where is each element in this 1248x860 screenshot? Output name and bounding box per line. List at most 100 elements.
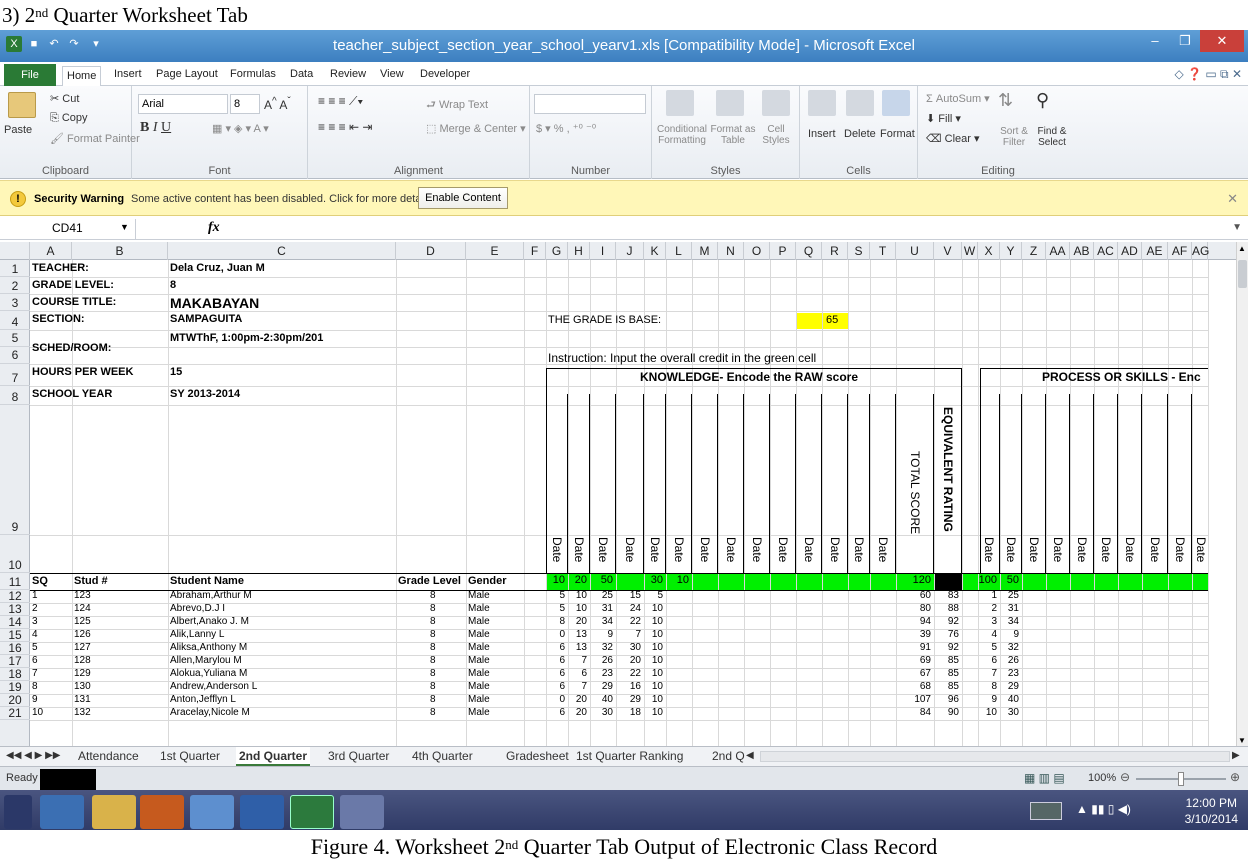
column-header-h[interactable]: H: [568, 242, 590, 260]
binoculars-icon[interactable]: ⚲: [1036, 90, 1049, 111]
taskbar-clock[interactable]: 12:00 PM 3/10/2014: [1185, 795, 1238, 827]
format-painter-button[interactable]: 🖌 Format Painter: [50, 132, 140, 145]
vertical-scrollbar[interactable]: ▲ ▼: [1236, 242, 1248, 750]
column-header-r[interactable]: R: [822, 242, 848, 260]
number-format-combo[interactable]: [534, 94, 646, 114]
internet-explorer-icon[interactable]: [40, 795, 84, 829]
spreadsheet-grid[interactable]: A B C D E F G H I J K L M N O P Q R S T U V W X Y Z AA AB AC AD AE AF AG…: [0, 242, 1236, 750]
paint-icon[interactable]: [340, 795, 384, 829]
sheet-tab-1st-ranking[interactable]: 1st Quarter Ranking: [576, 747, 683, 766]
view-mode-icons[interactable]: ▦ ▥ ▤: [1024, 771, 1065, 785]
font-size-combo[interactable]: 8: [230, 94, 260, 114]
tab-page-layout[interactable]: Page Layout: [152, 66, 222, 86]
file-explorer-icon[interactable]: [92, 795, 136, 829]
align-top-icons[interactable]: ≡ ≡ ≡ ⟋▾: [318, 94, 363, 109]
start-button[interactable]: [4, 795, 32, 829]
tab-review[interactable]: Review: [326, 66, 370, 86]
column-header-f[interactable]: F: [524, 242, 546, 260]
select-all-corner[interactable]: [0, 242, 30, 260]
cut-button[interactable]: ✂ Cut: [50, 92, 79, 105]
column-header-y[interactable]: Y: [1000, 242, 1022, 260]
row-header-6[interactable]: 6: [0, 347, 30, 364]
tab-developer[interactable]: Developer: [416, 66, 474, 86]
column-header-l[interactable]: L: [666, 242, 692, 260]
column-header-g[interactable]: G: [546, 242, 568, 260]
conditional-formatting-button[interactable]: Conditional Formatting: [654, 124, 710, 146]
word-icon[interactable]: [240, 795, 284, 829]
format-cells-icon[interactable]: [882, 90, 910, 116]
sort-icon[interactable]: ⇅: [998, 90, 1013, 111]
minimize-button[interactable]: ‒: [1140, 30, 1170, 52]
column-header-m[interactable]: M: [692, 242, 718, 260]
maximize-button[interactable]: ❐: [1170, 30, 1200, 52]
sheet-tab-3rd-quarter[interactable]: 3rd Quarter: [328, 747, 389, 766]
align-center-icons[interactable]: ≡ ≡ ≡ ⇤ ⇥: [318, 120, 372, 134]
column-header-v[interactable]: V: [934, 242, 962, 260]
sheet-tab-2nd-ranking[interactable]: 2nd Q: [712, 747, 745, 766]
grow-font-icon[interactable]: A^ Aˇ: [264, 96, 291, 112]
sheet-tab-2nd-quarter[interactable]: 2nd Quarter: [236, 747, 311, 766]
column-header-k[interactable]: K: [644, 242, 666, 260]
tab-insert[interactable]: Insert: [110, 66, 146, 86]
close-icon[interactable]: ✕: [1227, 191, 1238, 207]
find-select-button[interactable]: Find & Select: [1032, 126, 1072, 148]
column-header-ae[interactable]: AE: [1142, 242, 1168, 260]
cell-area[interactable]: TEACHER: Dela Cruz, Juan M GRADE LEVEL: 8 CO…: [30, 260, 1236, 750]
chevron-down-icon[interactable]: ▼: [120, 222, 129, 232]
border-fill-color-icons[interactable]: ▦ ▾ ◈ ▾ A ▾: [212, 122, 269, 135]
tab-home[interactable]: Home: [62, 66, 102, 86]
cell-styles-button[interactable]: Cell Styles: [756, 124, 796, 146]
control-panel-icon[interactable]: [190, 795, 234, 829]
column-header-u[interactable]: U: [896, 242, 934, 260]
sheet-tab-4th-quarter[interactable]: 4th Quarter: [412, 747, 473, 766]
insert-button[interactable]: Insert: [808, 128, 836, 140]
column-header-ad[interactable]: AD: [1118, 242, 1142, 260]
column-header-c[interactable]: C: [168, 242, 396, 260]
sheet-tab-gradesheet[interactable]: Gradesheet: [506, 747, 569, 766]
autosum-button[interactable]: Σ AutoSum ▾: [926, 92, 990, 105]
tab-data[interactable]: Data: [286, 66, 317, 86]
help-icon[interactable]: ◇ ❓ ▭ ⧉ ✕: [1175, 67, 1242, 82]
column-header-d[interactable]: D: [396, 242, 466, 260]
number-format-icons[interactable]: $ ▾ % , ⁺⁰ ⁻⁰: [536, 122, 596, 135]
paste-button[interactable]: Paste: [4, 124, 32, 136]
zoom-slider-thumb[interactable]: [1178, 772, 1184, 786]
scroll-up-icon[interactable]: ▲: [1238, 244, 1247, 254]
row-header-21[interactable]: 21: [0, 707, 30, 720]
column-header-b[interactable]: B: [72, 242, 168, 260]
insert-function-button[interactable]: fx: [208, 220, 220, 236]
row-header-5[interactable]: 5: [0, 330, 30, 347]
scroll-down-icon[interactable]: ▼: [1238, 736, 1247, 746]
column-header-e[interactable]: E: [466, 242, 524, 260]
row-header-1[interactable]: 1: [0, 260, 30, 277]
column-header-n[interactable]: N: [718, 242, 744, 260]
sheet-tab-attendance[interactable]: Attendance: [78, 747, 139, 766]
column-header-z[interactable]: Z: [1022, 242, 1046, 260]
tray-icons[interactable]: ▲ ▮▮ ▯ ◀): [1076, 802, 1131, 816]
font-style-buttons[interactable]: B I U: [140, 120, 171, 136]
scroll-thumb[interactable]: [1238, 260, 1247, 288]
wrap-text-button[interactable]: ⮐ Wrap Text: [426, 96, 488, 115]
row-header-7[interactable]: 7: [0, 364, 30, 386]
column-header-af[interactable]: AF: [1168, 242, 1192, 260]
sort-filter-button[interactable]: Sort & Filter: [994, 126, 1034, 148]
format-table-icon[interactable]: [716, 90, 744, 116]
hscroll-left-icon[interactable]: ◀: [746, 747, 754, 766]
column-header-a[interactable]: A: [30, 242, 72, 260]
format-table-button[interactable]: Format as Table: [710, 124, 756, 146]
enable-content-button[interactable]: Enable Content: [418, 187, 508, 209]
column-header-x[interactable]: X: [978, 242, 1000, 260]
security-warning-message[interactable]: Some active content has been disabled. C…: [131, 193, 435, 205]
paste-icon[interactable]: [8, 92, 36, 118]
sheet-tab-1st-quarter[interactable]: 1st Quarter: [160, 747, 220, 766]
format-button[interactable]: Format: [880, 128, 915, 140]
zoom-out-icon[interactable]: ⊖: [1120, 770, 1130, 784]
column-header-s[interactable]: S: [848, 242, 870, 260]
delete-button[interactable]: Delete: [844, 128, 876, 140]
column-header-q[interactable]: Q: [796, 242, 822, 260]
column-header-ac[interactable]: AC: [1094, 242, 1118, 260]
column-header-o[interactable]: O: [744, 242, 770, 260]
conditional-formatting-icon[interactable]: [666, 90, 694, 116]
firefox-icon[interactable]: [140, 795, 184, 829]
row-header-11[interactable]: 11: [0, 573, 30, 590]
